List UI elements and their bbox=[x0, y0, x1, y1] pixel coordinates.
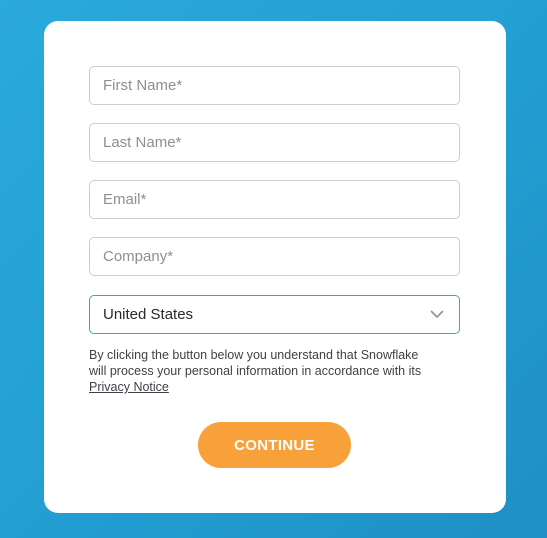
country-select[interactable]: United States bbox=[89, 295, 460, 334]
email-input[interactable] bbox=[90, 181, 459, 218]
signup-card: United States By clicking the button bel… bbox=[44, 21, 506, 513]
company-field bbox=[89, 237, 460, 276]
last-name-field bbox=[89, 123, 460, 162]
last-name-input[interactable] bbox=[90, 124, 459, 161]
company-input[interactable] bbox=[90, 238, 459, 275]
privacy-notice-link[interactable]: Privacy Notice bbox=[89, 380, 169, 394]
chevron-down-icon bbox=[423, 296, 451, 333]
first-name-field bbox=[89, 66, 460, 105]
first-name-input[interactable] bbox=[90, 67, 459, 104]
continue-button[interactable]: CONTINUE bbox=[198, 422, 351, 468]
consent-body: By clicking the button below you underst… bbox=[89, 348, 422, 378]
country-select-value: United States bbox=[103, 306, 194, 323]
email-field bbox=[89, 180, 460, 219]
consent-text: By clicking the button below you underst… bbox=[89, 347, 429, 395]
